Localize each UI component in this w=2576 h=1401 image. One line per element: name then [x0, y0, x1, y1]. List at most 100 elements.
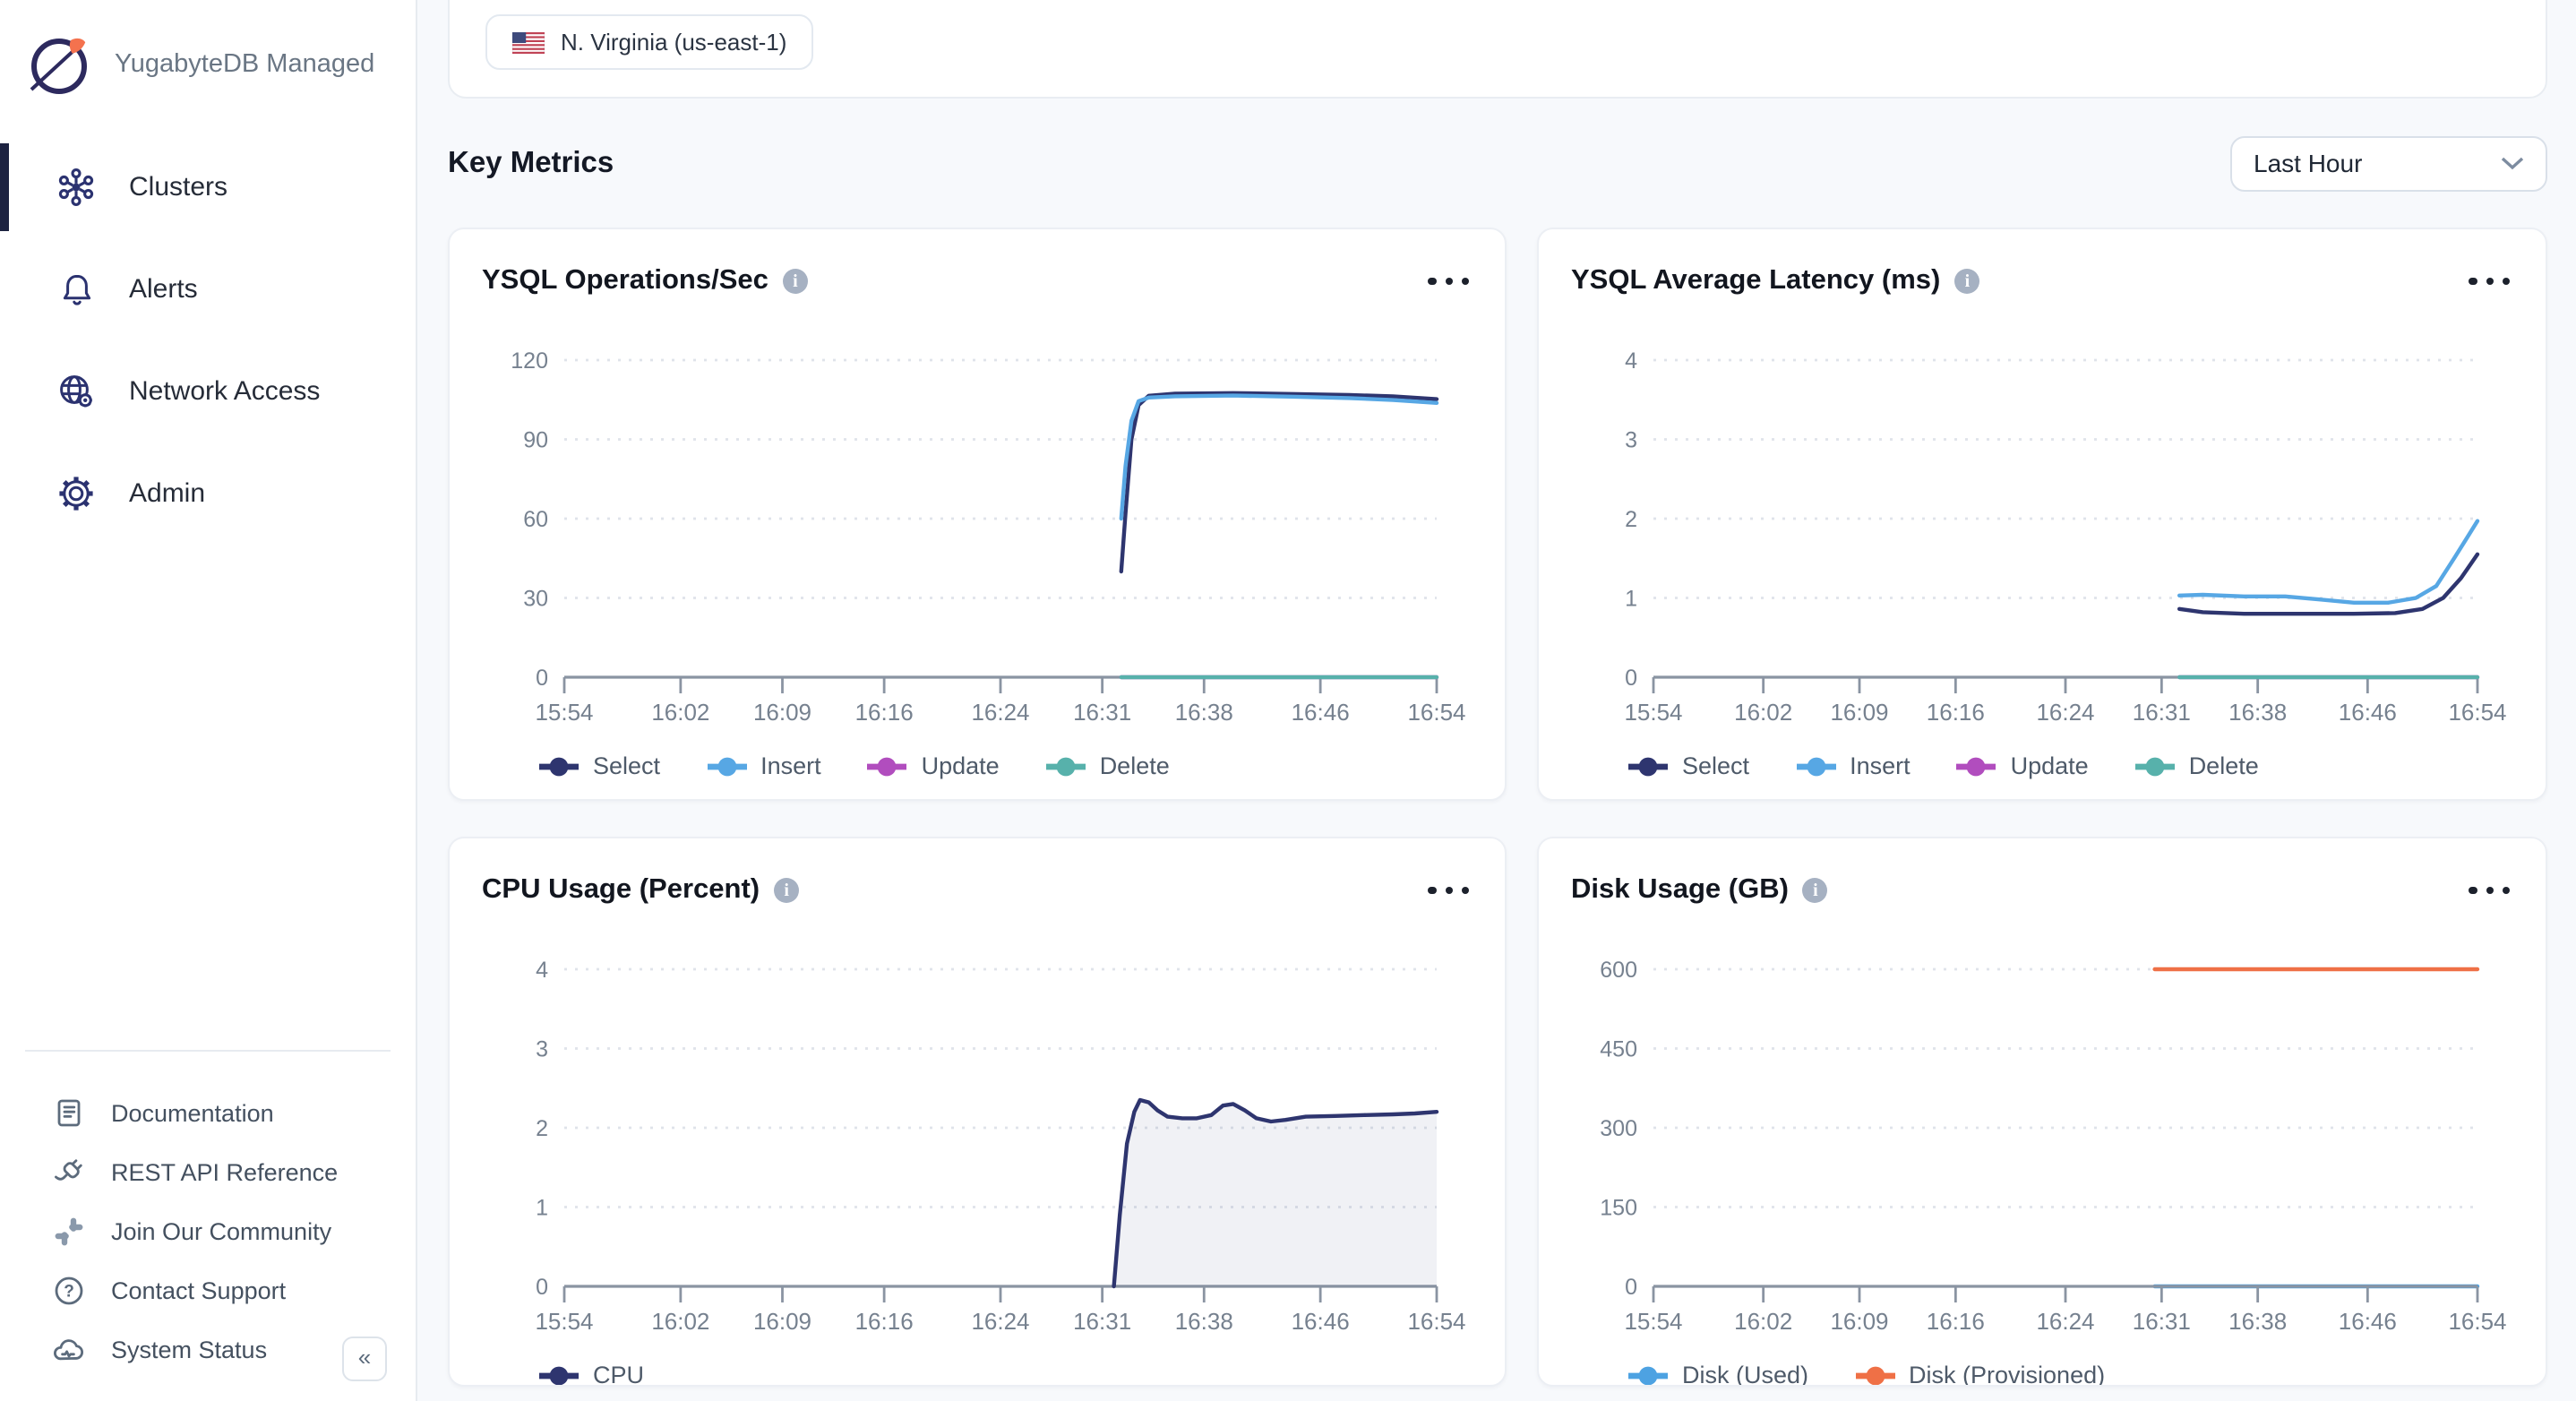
legend-marker-icon	[1796, 755, 1835, 777]
svg-text:3: 3	[536, 1037, 548, 1062]
svg-text:16:54: 16:54	[1407, 1308, 1465, 1335]
chart-title-text: CPU Usage (Percent)	[482, 874, 760, 907]
legend-item[interactable]: Delete	[2135, 752, 2259, 779]
svg-text:16:31: 16:31	[1073, 699, 1131, 726]
sidebar-item-alerts[interactable]: Alerts	[0, 238, 416, 340]
svg-text:16:24: 16:24	[971, 699, 1029, 726]
legend-item[interactable]: Select	[539, 752, 660, 779]
legend-label: Update	[2011, 752, 2089, 779]
legend-item[interactable]: Disk (Provisioned)	[1855, 1362, 2105, 1387]
svg-text:0: 0	[536, 666, 548, 691]
legend-marker-icon	[2135, 755, 2175, 777]
legend-item[interactable]: Delete	[1046, 752, 1170, 779]
svg-text:16:38: 16:38	[2228, 699, 2287, 726]
svg-text:4: 4	[536, 958, 548, 983]
svg-text:16:38: 16:38	[1175, 699, 1233, 726]
legend-label: Update	[922, 752, 1000, 779]
legend-marker-icon	[539, 1364, 579, 1386]
svg-text:16:46: 16:46	[1292, 699, 1350, 726]
document-icon	[52, 1097, 84, 1130]
metrics-header-row: Key Metrics Last Hour	[448, 134, 2547, 192]
sidebar-item-rest-api-reference[interactable]: REST API Reference	[0, 1143, 416, 1202]
svg-text:90: 90	[523, 428, 548, 453]
legend-label: Disk (Provisioned)	[1909, 1362, 2105, 1387]
legend-marker-icon	[1957, 755, 1996, 777]
svg-text:16:46: 16:46	[2339, 1308, 2397, 1335]
svg-text:15:54: 15:54	[1624, 1308, 1682, 1335]
svg-text:15:54: 15:54	[535, 1308, 593, 1335]
top-bar-card: N. Virginia (us-east-1)	[448, 0, 2547, 99]
chart-title: Disk Usage (GB) i	[1571, 874, 1828, 907]
info-icon[interactable]: i	[1803, 878, 1828, 903]
brand-label: YugabyteDB Managed	[115, 50, 374, 79]
sidebar-collapse-button[interactable]: «	[342, 1337, 387, 1381]
sidebar-item-clusters[interactable]: Clusters	[0, 136, 416, 238]
slack-icon	[52, 1216, 84, 1248]
legend-item[interactable]: Update	[1957, 752, 2089, 779]
svg-text:15:54: 15:54	[1624, 699, 1682, 726]
svg-text:16:31: 16:31	[1073, 1308, 1131, 1335]
help-icon: ?	[52, 1275, 84, 1307]
svg-text:16:46: 16:46	[1292, 1308, 1350, 1335]
charts-grid: YSQL Operations/Sec i 030609012015:5416:…	[448, 228, 2547, 1387]
legend-label: Insert	[760, 752, 821, 779]
sidebar-item-label: Clusters	[129, 172, 228, 202]
legend-item[interactable]: Insert	[1796, 752, 1911, 779]
chart-legend: Disk (Used) Disk (Provisioned)	[1628, 1362, 2513, 1387]
time-range-value: Last Hour	[2254, 149, 2362, 177]
sidebar-item-contact-support[interactable]: ? Contact Support	[0, 1261, 416, 1320]
svg-text:16:46: 16:46	[2339, 699, 2397, 726]
chart-card-disk-usage: Disk Usage (GB) i 015030045060015:5416:0…	[1537, 837, 2547, 1387]
chart-plot[interactable]: 0123415:5416:0216:0916:1616:2416:3116:38…	[482, 928, 1473, 1340]
legend-item[interactable]: Disk (Used)	[1628, 1362, 1808, 1387]
svg-text:4: 4	[1625, 348, 1637, 374]
info-icon[interactable]: i	[783, 269, 808, 294]
svg-text:?: ?	[63, 1283, 73, 1302]
sidebar-item-network-access[interactable]: Network Access	[0, 340, 416, 443]
chart-plot[interactable]: 015030045060015:5416:0216:0916:1616:2416…	[1571, 928, 2513, 1340]
sidebar-nav: Clusters Alerts	[0, 136, 416, 545]
info-icon[interactable]: i	[1954, 269, 1979, 294]
chart-card-ysql-latency: YSQL Average Latency (ms) i 0123415:5416…	[1537, 228, 2547, 801]
ellipsis-menu-icon[interactable]	[2466, 271, 2513, 292]
cluster-icon	[56, 167, 97, 208]
chart-header: Disk Usage (GB) i	[1571, 853, 2513, 928]
ellipsis-menu-icon[interactable]	[1425, 271, 1473, 292]
svg-text:16:16: 16:16	[855, 699, 914, 726]
region-selector[interactable]: N. Virginia (us-east-1)	[485, 14, 813, 70]
legend-label: Disk (Used)	[1682, 1362, 1808, 1387]
sidebar-item-join-our-community[interactable]: Join Our Community	[0, 1202, 416, 1261]
globe-gear-icon	[56, 371, 97, 412]
legend-item[interactable]: Insert	[707, 752, 821, 779]
svg-text:450: 450	[1600, 1037, 1637, 1062]
svg-text:16:09: 16:09	[1830, 699, 1888, 726]
legend-item[interactable]: CPU	[539, 1362, 644, 1387]
legend-label: Select	[593, 752, 660, 779]
gear-icon	[56, 473, 97, 514]
app-window: YugabyteDB Managed Clusters	[0, 0, 2576, 1401]
chart-plot[interactable]: 0123415:5416:0216:0916:1616:2416:3116:38…	[1571, 319, 2513, 731]
svg-text:60: 60	[523, 507, 548, 532]
time-range-select[interactable]: Last Hour	[2230, 135, 2547, 191]
legend-item[interactable]: Select	[1628, 752, 1749, 779]
svg-text:16:16: 16:16	[855, 1308, 914, 1335]
svg-text:2: 2	[536, 1116, 548, 1141]
chart-legend: Select Insert Update Delete	[539, 752, 1473, 779]
chart-card-cpu-usage: CPU Usage (Percent) i 0123415:5416:0216:…	[448, 837, 1507, 1387]
legend-item[interactable]: Update	[868, 752, 1000, 779]
legend-label: Delete	[2189, 752, 2259, 779]
svg-text:16:02: 16:02	[651, 1308, 709, 1335]
chart-header: CPU Usage (Percent) i	[482, 853, 1473, 928]
sidebar-item-documentation[interactable]: Documentation	[0, 1084, 416, 1143]
svg-text:15:54: 15:54	[535, 699, 593, 726]
brand[interactable]: YugabyteDB Managed	[0, 0, 416, 118]
info-icon[interactable]: i	[774, 878, 799, 903]
svg-text:16:38: 16:38	[1175, 1308, 1233, 1335]
chart-card-ysql-operations: YSQL Operations/Sec i 030609012015:5416:…	[448, 228, 1507, 801]
plug-icon	[52, 1156, 84, 1189]
chart-plot[interactable]: 030609012015:5416:0216:0916:1616:2416:31…	[482, 319, 1473, 731]
ellipsis-menu-icon[interactable]	[1425, 880, 1473, 901]
ellipsis-menu-icon[interactable]	[2466, 880, 2513, 901]
svg-text:0: 0	[536, 1275, 548, 1300]
sidebar-item-admin[interactable]: Admin	[0, 443, 416, 545]
